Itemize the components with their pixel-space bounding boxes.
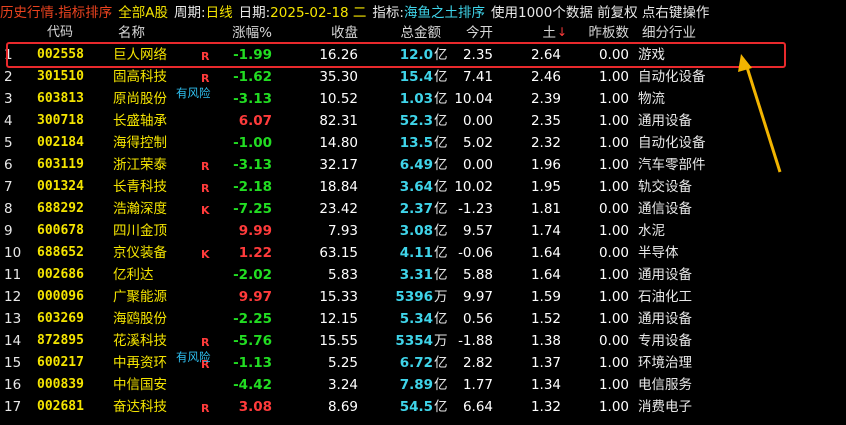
annotation-arrow-icon [738,54,782,173]
